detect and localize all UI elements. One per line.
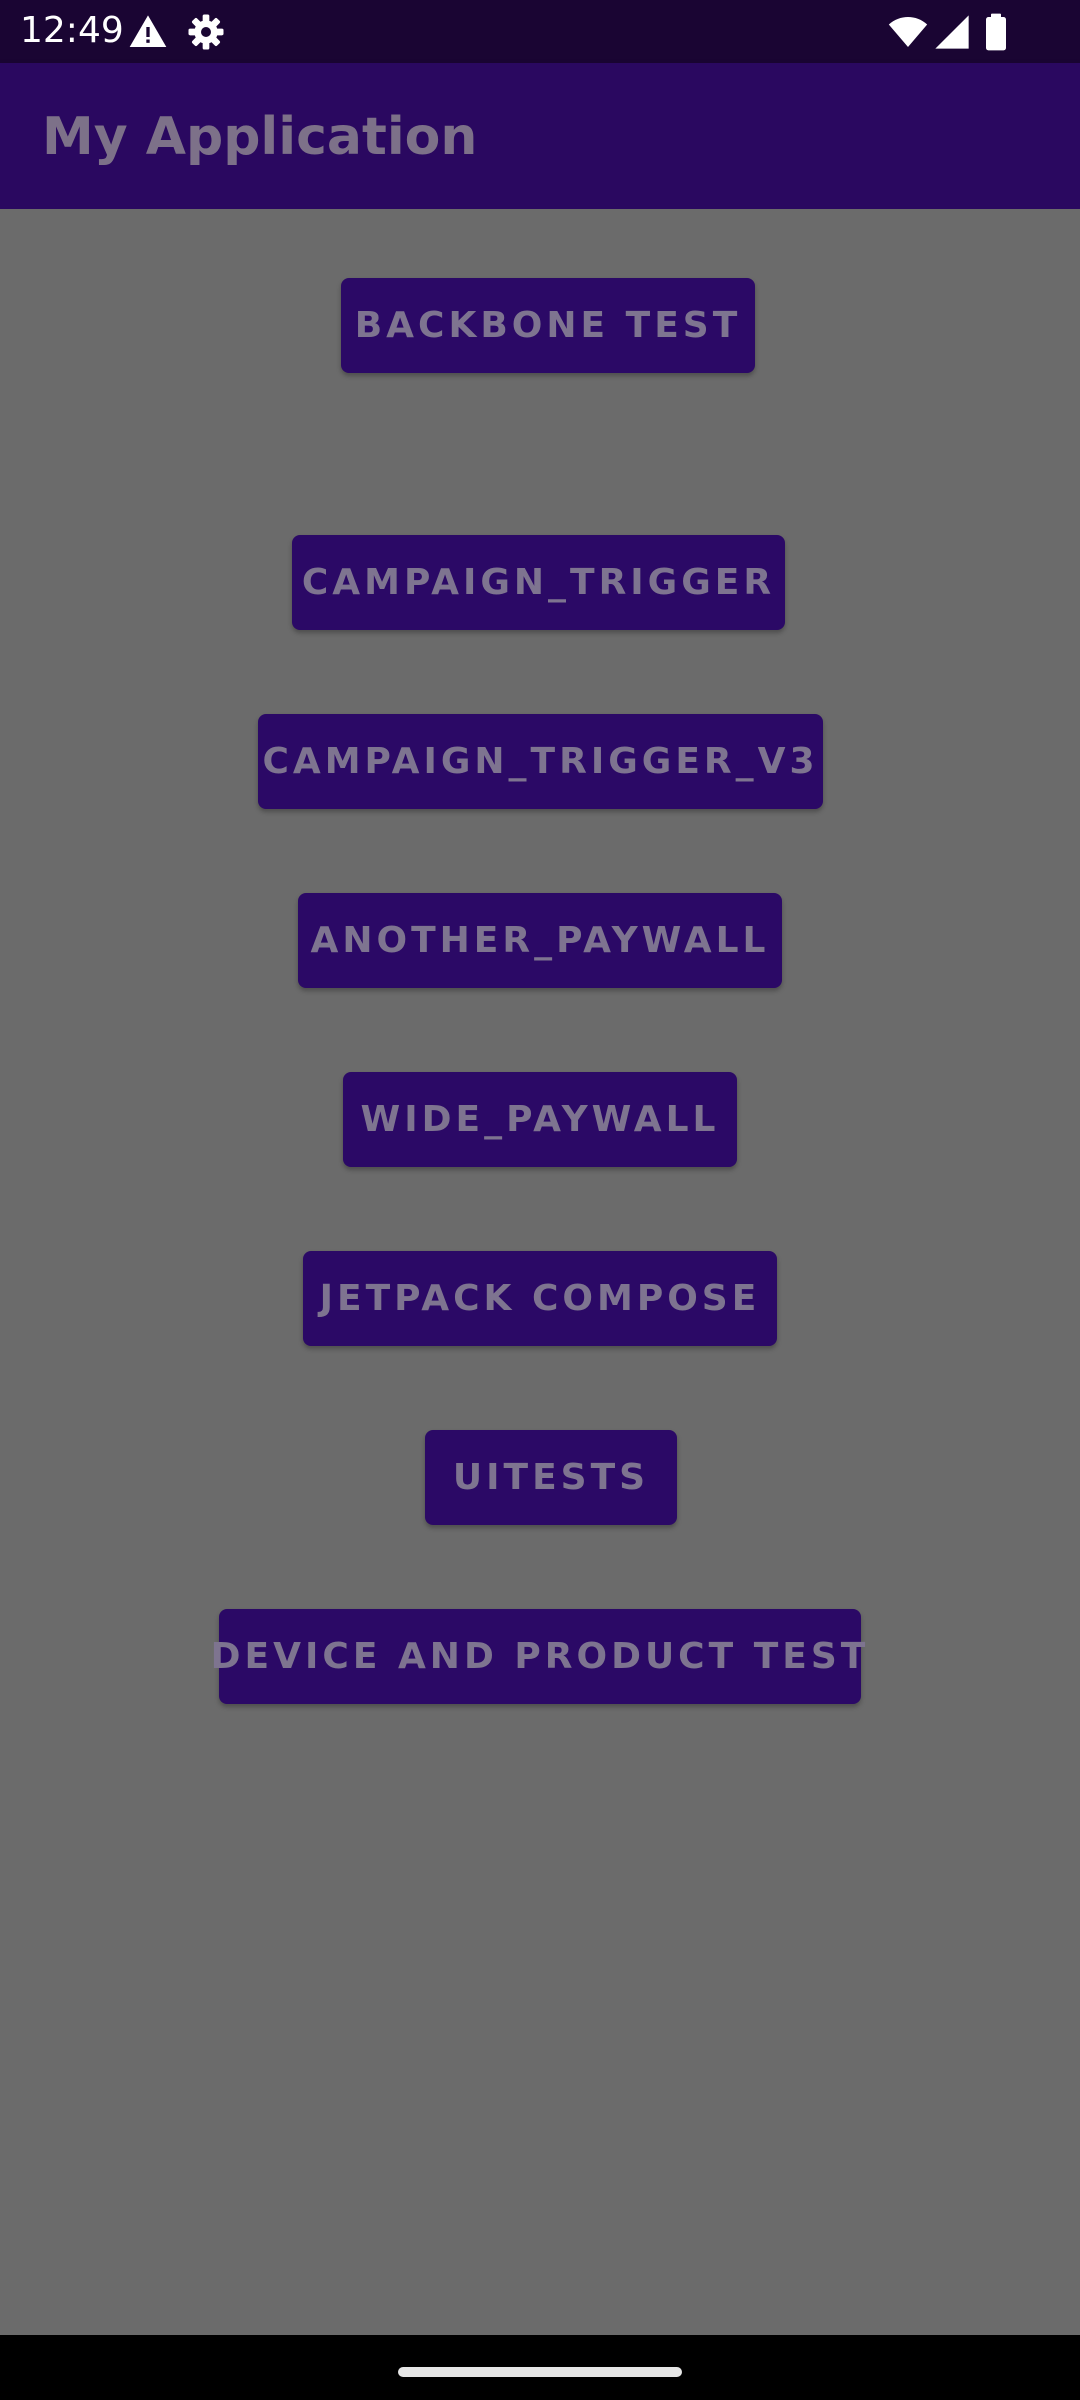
signal-icon	[932, 12, 972, 52]
another-paywall-button[interactable]: ANOTHER_PAYWALL	[298, 893, 782, 988]
campaign-trigger-v3-button[interactable]: CAMPAIGN_TRIGGER_V3	[258, 714, 823, 809]
campaign-trigger-button[interactable]: CAMPAIGN_TRIGGER	[292, 535, 785, 630]
warning-icon	[128, 12, 168, 52]
app-title: My Application	[42, 107, 478, 167]
wifi-icon	[888, 12, 928, 52]
status-bar: 12:49	[0, 0, 1080, 63]
jetpack-compose-button[interactable]: JETPACK COMPOSE	[303, 1251, 777, 1346]
backbone-test-button[interactable]: BACKBONE TEST	[341, 278, 755, 373]
gear-icon	[186, 12, 226, 52]
app-bar: My Application	[0, 63, 1080, 209]
home-indicator[interactable]	[398, 2367, 682, 2377]
device-and-product-test-button[interactable]: DEVICE AND PRODUCT TEST	[211, 1609, 865, 1704]
battery-icon	[976, 12, 1016, 52]
uitests-button[interactable]: UITESTS	[425, 1430, 677, 1525]
status-time: 12:49	[20, 10, 124, 51]
wide-paywall-button[interactable]: WIDE_PAYWALL	[343, 1072, 737, 1167]
navigation-bar	[0, 2335, 1080, 2400]
